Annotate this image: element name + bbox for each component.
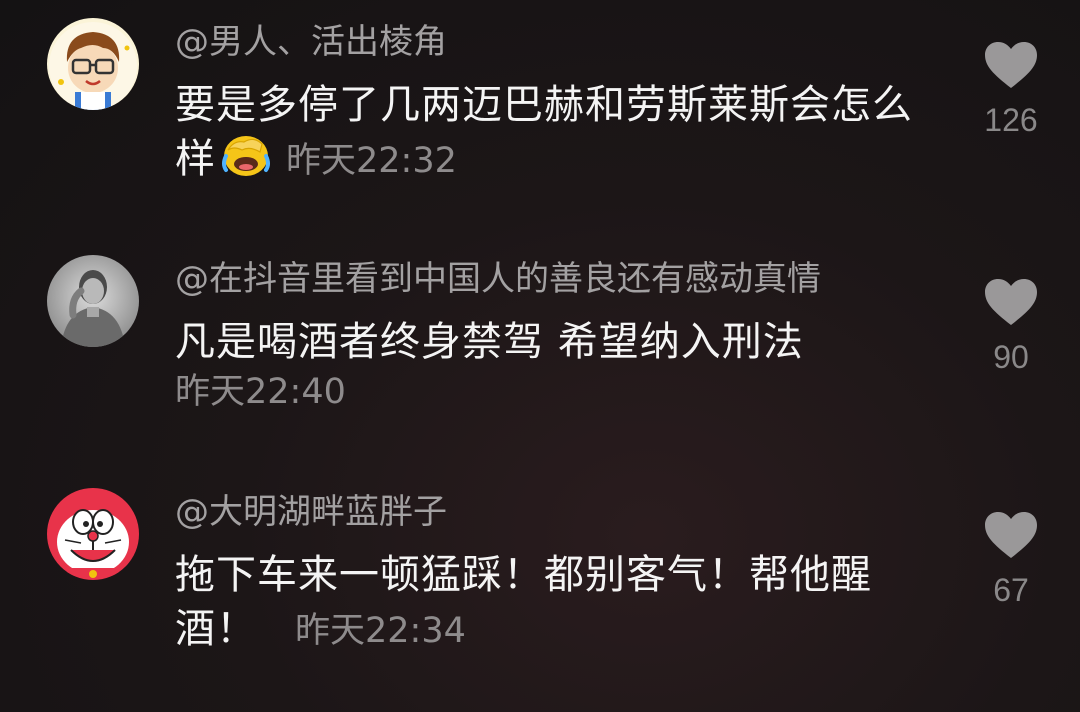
comment-text-content: 拖下车来一顿猛踩！都别客气！帮他醒酒！ [175, 552, 872, 652]
facepalm-laugh-emoji-icon [222, 136, 270, 176]
like-count: 126 [984, 102, 1038, 138]
comment-time: 昨天22:32 [286, 141, 457, 181]
heart-icon[interactable] [983, 40, 1039, 90]
comment-item[interactable]: @在抖音里看到中国人的善良还有感动真情 凡是喝酒者终身禁驾 希望纳入刑法 昨天2… [0, 255, 1080, 435]
username[interactable]: @大明湖畔蓝胖子 [175, 490, 447, 534]
comment-text: 要是多停了几两迈巴赫和劳斯莱斯会怎么样 昨天22:32 [175, 78, 935, 188]
heart-icon[interactable] [983, 277, 1039, 327]
comment-time: 昨天22:34 [295, 611, 466, 651]
cartoon-boy-avatar-icon [47, 18, 139, 110]
avatar[interactable] [47, 255, 139, 347]
avatar[interactable] [47, 18, 139, 110]
comment-text-content: 凡是喝酒者终身禁驾 希望纳入刑法 [175, 319, 804, 365]
photo-man-avatar-icon [47, 255, 139, 347]
like-count: 67 [993, 572, 1029, 608]
username[interactable]: @男人、活出棱角 [175, 20, 447, 64]
heart-icon[interactable] [983, 510, 1039, 560]
comment-text: 凡是喝酒者终身禁驾 希望纳入刑法 [175, 315, 935, 369]
username[interactable]: @在抖音里看到中国人的善良还有感动真情 [175, 257, 821, 301]
like-count: 90 [993, 339, 1029, 375]
like-button[interactable]: 67 [975, 510, 1047, 610]
like-button[interactable]: 126 [975, 40, 1047, 140]
comment-item[interactable]: @大明湖畔蓝胖子 拖下车来一顿猛踩！都别客气！帮他醒酒！ 昨天22:34 67 [0, 488, 1080, 688]
doraemon-avatar-icon [47, 488, 139, 580]
like-button[interactable]: 90 [975, 277, 1047, 377]
avatar[interactable] [47, 488, 139, 580]
comment-item[interactable]: @男人、活出棱角 要是多停了几两迈巴赫和劳斯莱斯会怎么样 昨天22:32 126 [0, 18, 1080, 218]
comment-text: 拖下车来一顿猛踩！都别客气！帮他醒酒！ 昨天22:34 [175, 548, 935, 658]
comment-time: 昨天22:40 [175, 372, 346, 412]
